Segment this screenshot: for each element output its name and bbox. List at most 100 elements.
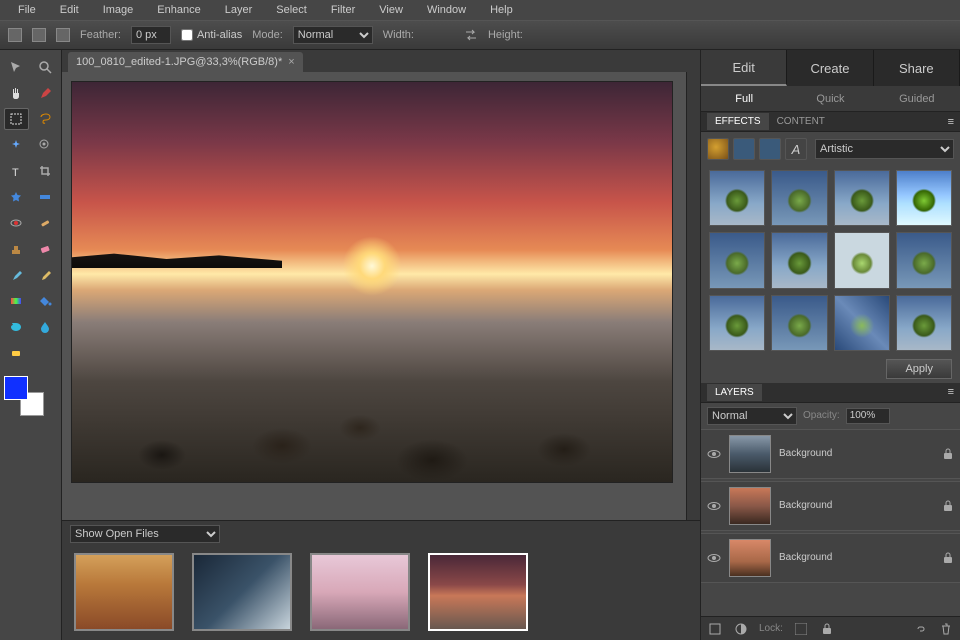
menu-window[interactable]: Window — [415, 1, 478, 19]
effects-panel-menu-icon[interactable]: ≡ — [948, 116, 954, 128]
opacity-input[interactable] — [846, 408, 890, 424]
color-swatches[interactable] — [4, 376, 44, 416]
layer-row[interactable]: Background — [701, 481, 960, 531]
link-layers-icon[interactable] — [912, 621, 928, 637]
menu-view[interactable]: View — [367, 1, 415, 19]
sponge-tool[interactable] — [4, 342, 29, 364]
bin-thumb-1[interactable] — [74, 553, 174, 631]
magic-wand-tool[interactable] — [4, 134, 29, 156]
effect-thumb[interactable] — [771, 295, 827, 351]
layers-panel-menu-icon[interactable]: ≡ — [948, 386, 954, 398]
layer-row[interactable]: Background — [701, 429, 960, 479]
menu-file[interactable]: File — [6, 1, 48, 19]
effects-category-select[interactable]: Artistic — [815, 139, 954, 159]
type-tool[interactable]: T — [4, 160, 29, 182]
menu-select[interactable]: Select — [264, 1, 319, 19]
menu-enhance[interactable]: Enhance — [145, 1, 212, 19]
layer-styles-icon[interactable] — [733, 138, 755, 160]
visibility-icon[interactable] — [707, 447, 721, 461]
cookie-cutter-tool[interactable] — [4, 186, 29, 208]
menu-image[interactable]: Image — [91, 1, 146, 19]
lock-all-icon[interactable] — [819, 621, 835, 637]
mode-select[interactable]: Normal — [293, 26, 373, 44]
layer-name[interactable]: Background — [779, 552, 934, 563]
tab-edit[interactable]: Edit — [701, 50, 787, 86]
menu-filter[interactable]: Filter — [319, 1, 367, 19]
effect-thumb[interactable] — [834, 232, 890, 288]
effect-thumb[interactable] — [834, 295, 890, 351]
effect-thumb[interactable] — [709, 232, 765, 288]
visibility-icon[interactable] — [707, 551, 721, 565]
red-eye-tool[interactable] — [4, 212, 29, 234]
eyedropper-tool[interactable] — [33, 82, 58, 104]
open-files-dropdown[interactable]: Show Open Files — [70, 525, 220, 543]
lock-transparent-icon[interactable] — [793, 621, 809, 637]
subtab-quick[interactable]: Quick — [787, 86, 873, 111]
pencil-tool[interactable] — [33, 264, 58, 286]
move-tool[interactable] — [4, 56, 29, 78]
lock-icon[interactable] — [942, 500, 954, 512]
swap-icon[interactable] — [464, 28, 478, 42]
photo-effects-icon[interactable] — [759, 138, 781, 160]
crop-tool[interactable] — [33, 160, 58, 182]
effect-thumb[interactable] — [709, 295, 765, 351]
delete-layer-icon[interactable] — [938, 621, 954, 637]
effect-thumb[interactable] — [896, 232, 952, 288]
layer-thumbnail[interactable] — [729, 539, 771, 577]
tab-create[interactable]: Create — [787, 50, 873, 86]
brush-tool[interactable] — [4, 264, 29, 286]
bin-thumb-4[interactable] — [428, 553, 528, 631]
paint-bucket-tool[interactable] — [33, 290, 58, 312]
antialias-check[interactable] — [181, 29, 193, 41]
new-layer-icon[interactable] — [707, 621, 723, 637]
lock-icon[interactable] — [942, 552, 954, 564]
clone-tool[interactable] — [4, 238, 29, 260]
subtab-guided[interactable]: Guided — [874, 86, 960, 111]
eraser-tool[interactable] — [33, 238, 58, 260]
effect-thumb[interactable] — [771, 170, 827, 226]
layers-tab[interactable]: LAYERS — [707, 384, 762, 401]
visibility-icon[interactable] — [707, 499, 721, 513]
menu-help[interactable]: Help — [478, 1, 525, 19]
bin-thumb-3[interactable] — [310, 553, 410, 631]
marquee-tool[interactable] — [4, 108, 29, 130]
effect-thumb[interactable] — [771, 232, 827, 288]
canvas[interactable] — [62, 72, 700, 520]
bin-thumb-2[interactable] — [192, 553, 292, 631]
zoom-tool[interactable] — [33, 56, 58, 78]
tab-share[interactable]: Share — [874, 50, 960, 86]
effect-thumb[interactable] — [834, 170, 890, 226]
document-tab[interactable]: 100_0810_edited-1.JPG@33,3%(RGB/8)* × — [68, 52, 303, 72]
text-effects-icon[interactable]: A — [785, 138, 807, 160]
foreground-color[interactable] — [4, 376, 28, 400]
straighten-tool[interactable] — [33, 186, 58, 208]
layer-name[interactable]: Background — [779, 448, 934, 459]
hand-tool[interactable] — [4, 82, 29, 104]
content-tab[interactable]: CONTENT — [769, 113, 833, 130]
blur-tool[interactable] — [33, 316, 58, 338]
subtab-full[interactable]: Full — [701, 86, 787, 111]
quick-select-tool[interactable] — [33, 134, 58, 156]
adjustment-layer-icon[interactable] — [733, 621, 749, 637]
layer-thumbnail[interactable] — [729, 487, 771, 525]
effects-tab[interactable]: EFFECTS — [707, 113, 769, 130]
menu-edit[interactable]: Edit — [48, 1, 91, 19]
antialias-checkbox[interactable]: Anti-alias — [181, 29, 242, 41]
blend-mode-select[interactable]: Normal — [707, 407, 797, 425]
layer-name[interactable]: Background — [779, 500, 934, 511]
menu-layer[interactable]: Layer — [213, 1, 265, 19]
layer-thumbnail[interactable] — [729, 435, 771, 473]
apply-button[interactable]: Apply — [886, 359, 952, 379]
gradient-tool[interactable] — [4, 290, 29, 312]
effect-thumb[interactable] — [896, 295, 952, 351]
selection-add-icon[interactable] — [32, 28, 46, 42]
feather-input[interactable] — [131, 26, 171, 44]
close-tab-icon[interactable]: × — [288, 56, 294, 68]
selection-new-icon[interactable] — [8, 28, 22, 42]
effect-thumb[interactable] — [896, 170, 952, 226]
lasso-tool[interactable] — [33, 108, 57, 130]
shape-tool[interactable] — [4, 316, 29, 338]
selection-subtract-icon[interactable] — [56, 28, 70, 42]
filters-category-icon[interactable] — [707, 138, 729, 160]
effect-thumb[interactable] — [709, 170, 765, 226]
